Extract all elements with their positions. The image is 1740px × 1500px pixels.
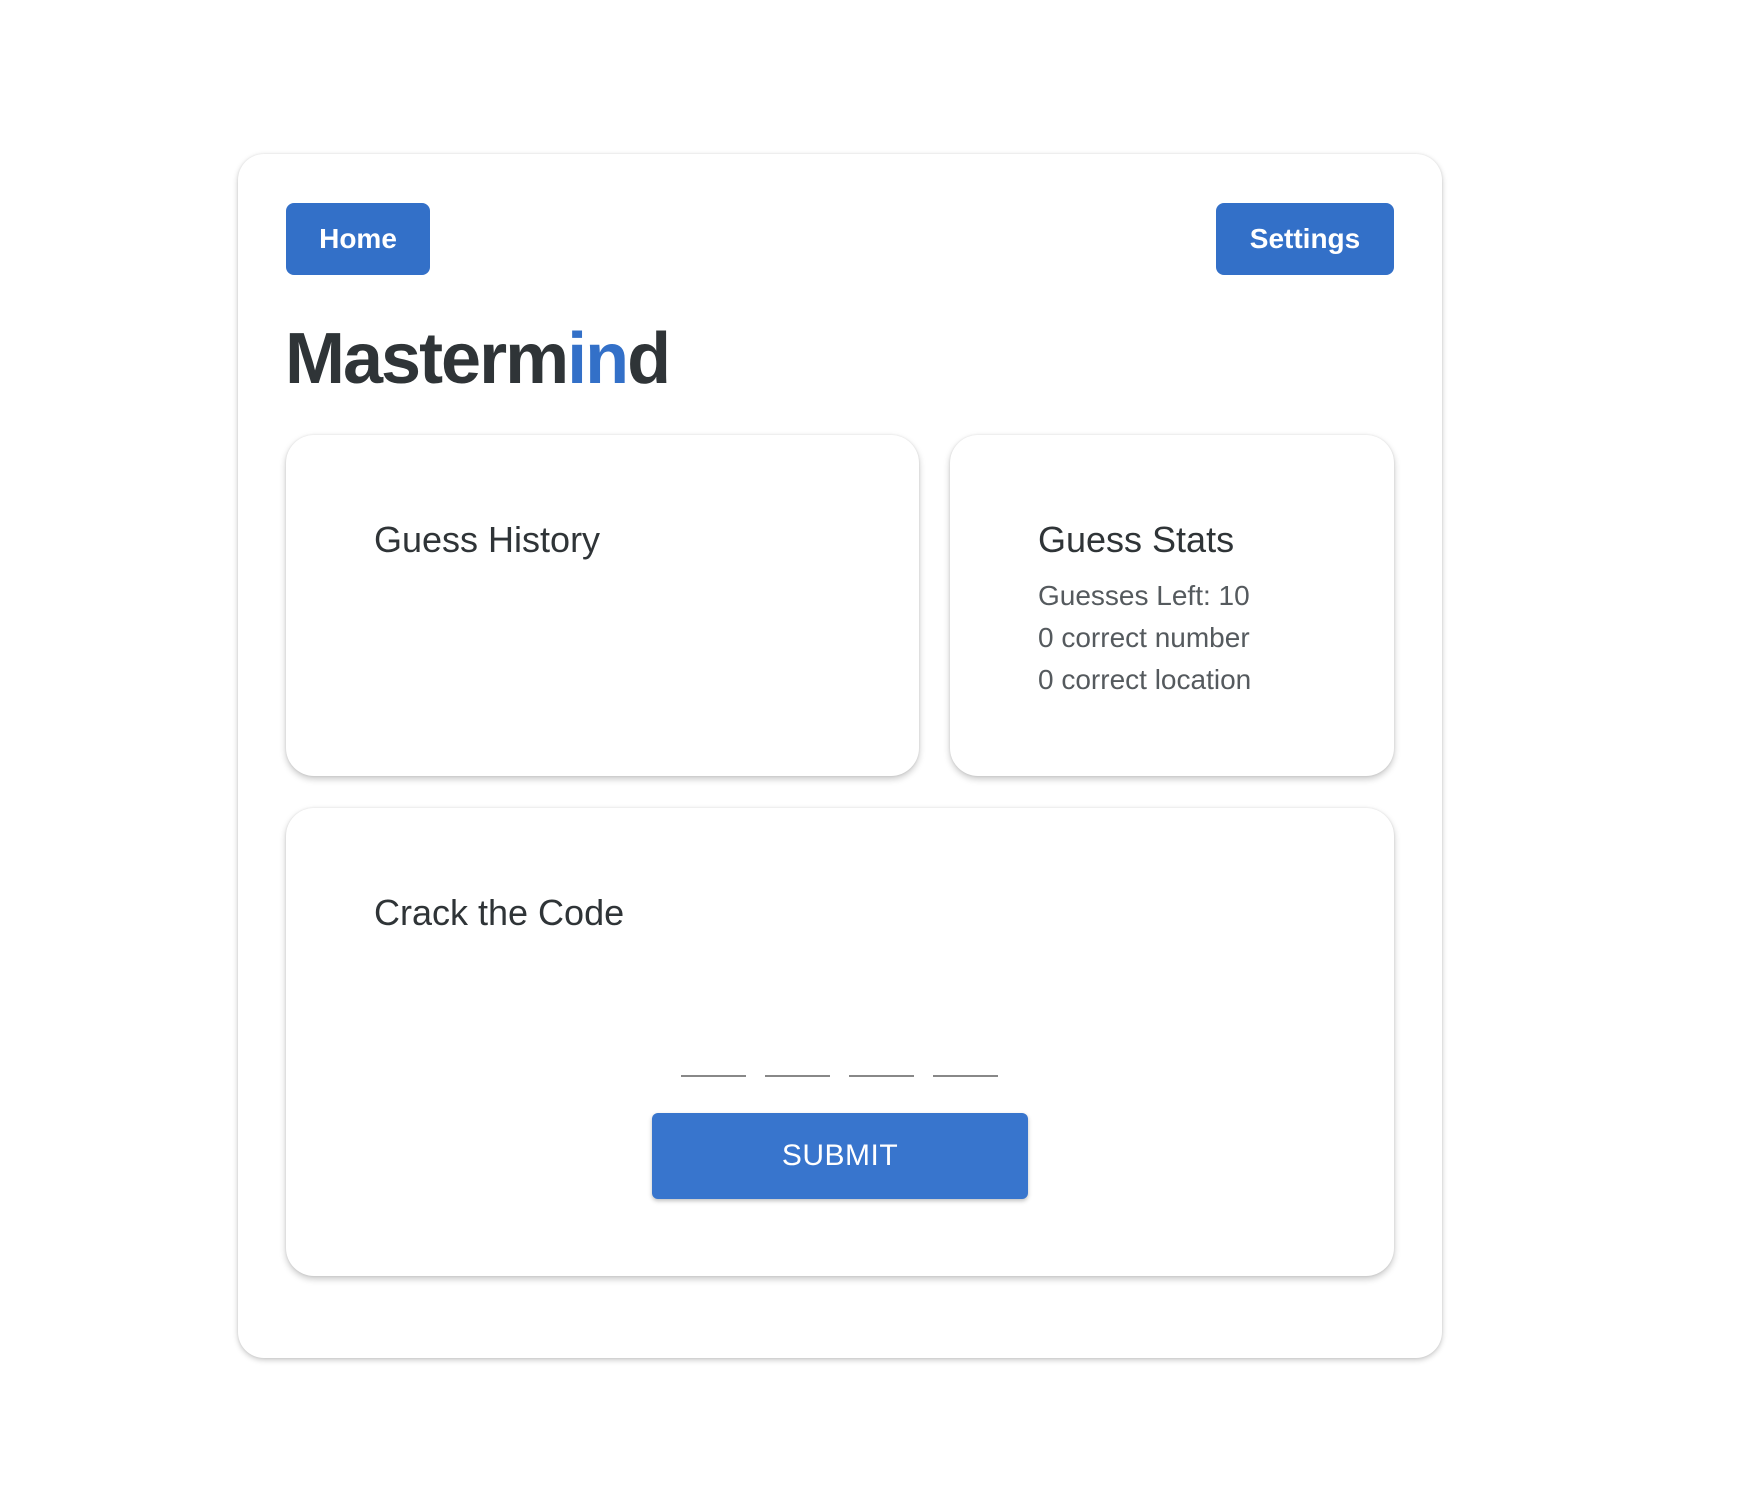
title-suffix: d [627, 319, 671, 399]
code-digit-input-1[interactable] [681, 1033, 746, 1077]
correct-number: 0 correct number [1038, 622, 1250, 653]
title-accent: in [567, 319, 629, 399]
page-title: Mastermind [285, 314, 671, 404]
code-digit-input-2[interactable] [765, 1033, 830, 1077]
settings-button[interactable]: Settings [1216, 203, 1394, 275]
correct-location: 0 correct location [1038, 664, 1252, 695]
game-container: Home Settings Mastermind Guess History G… [238, 154, 1442, 1358]
code-digit-input-3[interactable] [849, 1033, 914, 1077]
crack-code-title: Crack the Code [374, 892, 625, 933]
guess-stats-card: Guess Stats Guesses Left: 10 0 correct n… [950, 435, 1394, 776]
home-button[interactable]: Home [286, 203, 430, 275]
guesses-left: Guesses Left: 10 [1038, 580, 1250, 611]
guess-history-title: Guess History [374, 519, 601, 560]
crack-code-card: Crack the Code SUBMIT [286, 808, 1394, 1276]
submit-button[interactable]: SUBMIT [652, 1113, 1028, 1199]
stats-list: Guesses Left: 10 0 correct number 0 corr… [1038, 575, 1251, 701]
title-prefix: Masterm [285, 319, 569, 399]
code-input-group [681, 1033, 998, 1077]
code-digit-input-4[interactable] [933, 1033, 998, 1077]
guess-history-card: Guess History [286, 435, 919, 776]
guess-stats-title: Guess Stats [1038, 519, 1235, 560]
